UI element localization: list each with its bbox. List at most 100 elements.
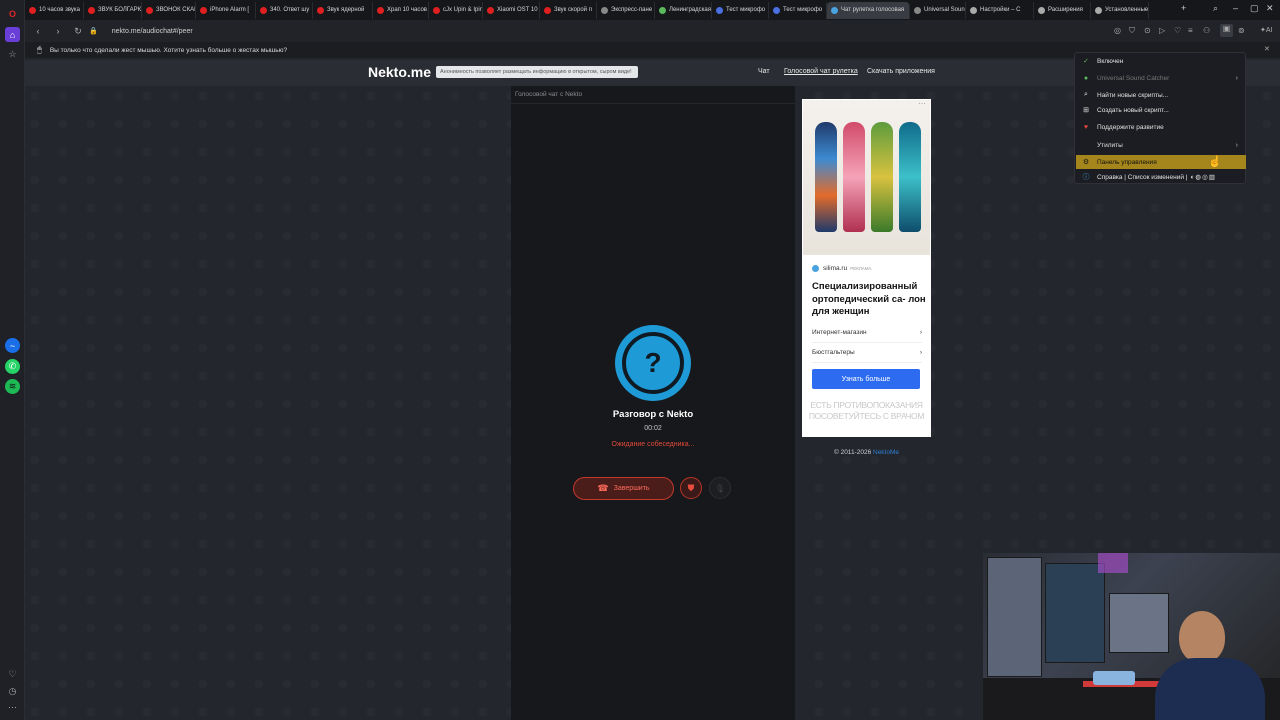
search-icon: ⌕ [1084, 91, 1088, 98]
check-icon: ✓ [1083, 58, 1089, 65]
heart-icon[interactable]: ♡ [5, 667, 20, 682]
nav-voice-chat-link[interactable]: Голосовой чат рулетка [784, 68, 858, 75]
report-button[interactable]: ⛊ [680, 477, 702, 499]
browser-tab[interactable]: Экспресс-пане [597, 1, 655, 19]
camera-icon[interactable]: ◎ [1114, 26, 1121, 35]
ad-menu-icon[interactable]: ⋯ [918, 99, 926, 108]
shield-icon[interactable]: ⛉ [1129, 26, 1135, 36]
microphone-icon: 🎙 [714, 483, 726, 493]
extensions-icon[interactable]: ⊚ [1238, 26, 1245, 35]
hang-up-icon: ☎ [597, 483, 609, 493]
more-icon[interactable]: ⋯ [5, 700, 20, 715]
browser-tab[interactable]: Xiaomi OST 10 [483, 1, 540, 19]
close-notification-icon[interactable]: ✕ [1264, 45, 1270, 53]
menu-item-universal-sound-catcher[interactable]: ● Universal Sound Catcher › [1076, 71, 1246, 85]
lock-icon[interactable]: 🔒 [89, 27, 98, 35]
browser-tab[interactable]: Настройки – С [966, 1, 1034, 19]
history-icon[interactable]: ◷ [5, 684, 20, 699]
anonymous-avatar: ? [615, 325, 691, 401]
browser-tab[interactable]: Universal Sound [910, 1, 966, 19]
browser-tab[interactable]: Звук ядерной [313, 1, 373, 19]
tab-favicon-icon [601, 6, 608, 14]
tab-label: ЗВОНОК СКАЙ [156, 7, 196, 13]
gear-icon: ⚙ [1082, 159, 1090, 166]
menu-item-find-scripts[interactable]: ⌕ Найти новые скрипты... [1076, 88, 1246, 102]
menu-item-create-script[interactable]: ⊞ Создать новый скрипт... [1076, 103, 1246, 117]
new-tab-icon[interactable]: + [1181, 3, 1186, 13]
whatsapp-icon[interactable]: ✆ [5, 359, 20, 374]
back-icon[interactable]: ‹ [31, 24, 45, 38]
menu-item-label: Включен [1097, 57, 1124, 65]
profile-icon[interactable]: ⚇ [1203, 26, 1210, 35]
chat-title: Разговор с Nekto [612, 409, 694, 420]
minimize-icon[interactable]: – [1233, 3, 1238, 13]
ai-icon[interactable]: ✦AI [1260, 26, 1272, 34]
ad-source[interactable]: silima.ru РЕКЛАМА [812, 265, 872, 272]
browser-tab[interactable]: Ленинградская [655, 1, 712, 19]
tab-label: Установленные [1105, 7, 1149, 13]
tampermonkey-icon[interactable]: ▣ [1220, 24, 1233, 37]
chat-header: Голосовой чат с Nekto [511, 86, 795, 104]
heart-outline-icon[interactable]: ♡ [1174, 26, 1181, 35]
tab-label: Тест микрофо [726, 7, 766, 13]
player-icon[interactable]: ▷ [1159, 26, 1165, 35]
tab-favicon-icon [970, 6, 977, 14]
browser-tab[interactable]: 10 часов звука [25, 1, 84, 19]
ad-learn-more-button[interactable]: Узнать больше [812, 369, 920, 389]
copyright: © 2011-2026 NektoMe [802, 449, 931, 456]
tab-label: Тест микрофо [783, 7, 823, 13]
menu-item-support[interactable]: ♥ Поддержите развитие [1076, 120, 1246, 134]
maximize-icon[interactable]: ▢ [1250, 3, 1259, 14]
url-field[interactable]: nekto.me/audiochat#/peer [112, 28, 193, 35]
ad-source-tag: РЕКЛАМА [850, 266, 872, 271]
ad-image[interactable] [803, 100, 930, 255]
home-icon[interactable]: ⌂ [5, 27, 20, 42]
browser-tab[interactable]: 340. Ответ шу [256, 1, 313, 19]
nav-download-apps-link[interactable]: Скачать приложения [867, 68, 935, 75]
easy-setup-icon[interactable]: ≡ [1188, 26, 1193, 35]
browser-tab[interactable]: Тест микрофо [769, 1, 827, 19]
close-window-icon[interactable]: ✕ [1266, 3, 1274, 14]
browser-tab[interactable]: Чат рулетка голосовая [827, 1, 910, 19]
browser-tab[interactable]: cJx Upin & Ipin [429, 1, 483, 19]
browser-tab[interactable]: Установленные [1091, 1, 1149, 19]
mute-microphone-button[interactable]: 🎙 [709, 477, 731, 499]
bookmark-icon[interactable]: ☆ [5, 47, 20, 62]
menu-item-label: Справка | Список изменений | [1097, 173, 1188, 181]
browser-tab[interactable]: Расширения [1034, 1, 1091, 19]
snapshot-icon[interactable]: ⊙ [1144, 26, 1151, 35]
tab-favicon-icon [716, 6, 723, 14]
browser-tab[interactable]: Храп 10 часов [373, 1, 429, 19]
opera-logo-icon[interactable]: O [5, 6, 20, 21]
messenger-icon[interactable]: ~ [5, 338, 20, 353]
tab-favicon-icon [88, 6, 95, 14]
ad-link-label: Бюстгальтеры [812, 349, 855, 356]
menu-item-help[interactable]: ⓘ Справка | Список изменений | ◐◍◎▥ [1076, 170, 1246, 184]
browser-tab[interactable]: Тест микрофо [712, 1, 769, 19]
end-call-button[interactable]: ☎ Завершить [573, 477, 674, 500]
site-logo[interactable]: Nekto.me [368, 64, 431, 80]
search-tabs-icon[interactable]: ⌕ [1213, 3, 1218, 14]
browser-tab[interactable]: ЗВУК БОЛГАРК [84, 1, 142, 19]
browser-tab[interactable]: ЗВОНОК СКАЙ [142, 1, 196, 19]
social-links-icon[interactable]: ◐◍◎▥ [1190, 173, 1215, 181]
menu-item-enabled[interactable]: ✓ Включен [1076, 54, 1246, 68]
copyright-link[interactable]: NektoMe [873, 449, 899, 456]
menu-item-label: Найти новые скрипты... [1097, 91, 1169, 99]
reload-icon[interactable]: ↻ [71, 24, 85, 38]
tab-favicon-icon [433, 6, 440, 14]
spotify-icon[interactable]: ≋ [5, 379, 20, 394]
nav-chat-link[interactable]: Чат [758, 68, 770, 75]
browser-tab[interactable]: Звук скорой п [540, 1, 597, 19]
tab-favicon-icon [317, 6, 324, 14]
menu-item-utilities[interactable]: Утилиты › [1076, 138, 1246, 152]
rgb-light [1098, 553, 1128, 573]
anonymity-notice: Анонимность позволяет размещать информац… [436, 66, 638, 78]
ad-title[interactable]: Специализированный ортопедический са- ло… [812, 281, 926, 319]
browser-tab[interactable]: iPhone Alarm [ [196, 1, 256, 19]
shield-icon: ⛊ [687, 482, 695, 493]
ad-link-shop[interactable]: Интернет-магазин › [812, 329, 922, 343]
forward-icon[interactable]: › [51, 24, 65, 38]
ad-link-bras[interactable]: Бюстгальтеры › [812, 349, 922, 363]
tab-favicon-icon [200, 6, 207, 14]
